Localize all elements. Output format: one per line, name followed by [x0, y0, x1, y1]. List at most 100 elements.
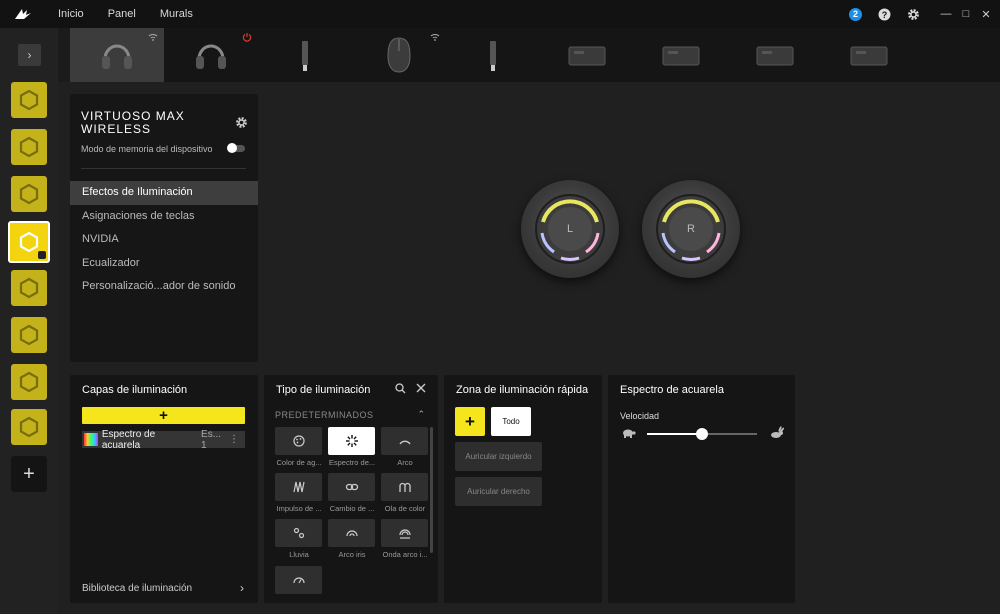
controller-hub-icon	[568, 46, 606, 66]
effect-item: Lluvia	[275, 519, 322, 559]
svg-text:?: ?	[882, 10, 888, 20]
menu-equalizer[interactable]: Ecualizador	[70, 252, 258, 276]
wifi-icon	[148, 32, 158, 41]
profile-1[interactable]	[11, 82, 47, 118]
nav-murals[interactable]: Murals	[148, 8, 205, 20]
profile-2[interactable]	[11, 129, 47, 165]
profile-6[interactable]	[11, 317, 47, 353]
minimize-button[interactable]: —	[936, 0, 956, 28]
effect-settings-title: Espectro de acuarela	[620, 384, 724, 396]
menu-lighting-effects[interactable]: Efectos de Iluminación	[70, 181, 258, 205]
device-tile[interactable]	[540, 28, 634, 82]
device-tile[interactable]	[258, 28, 352, 82]
usb-dongle-icon	[302, 41, 308, 71]
notification-badge[interactable]: 2	[849, 7, 862, 21]
effect-item: Arco	[381, 427, 428, 467]
effect-item: Impulso de ...	[275, 473, 322, 513]
effect-button[interactable]	[328, 427, 375, 455]
profile-4[interactable]	[8, 221, 50, 263]
link-icon	[345, 483, 358, 491]
left-earcup[interactable]: L	[521, 180, 619, 278]
corsair-logo-icon	[0, 0, 46, 28]
lighting-library-link[interactable]: Biblioteca de iluminación	[82, 583, 192, 594]
controller-hub-icon	[662, 46, 700, 66]
effect-button[interactable]	[275, 427, 322, 455]
effect-label: Onda arco i...	[382, 550, 428, 559]
chevron-up-icon[interactable]: ⌃	[417, 409, 425, 420]
effect-item: Cambio de ...	[328, 473, 375, 513]
effect-label: Impulso de ...	[276, 504, 322, 513]
nav-panel[interactable]: Panel	[96, 8, 148, 20]
power-icon	[242, 32, 252, 42]
effects-scrollbar[interactable]	[430, 427, 433, 553]
effect-label: Ola de color	[384, 504, 426, 513]
add-profile-button[interactable]: +	[11, 456, 47, 492]
device-settings-gear-icon[interactable]	[235, 116, 248, 129]
effect-button[interactable]	[381, 473, 428, 501]
device-tile[interactable]	[352, 28, 446, 82]
add-zone-button[interactable]: +	[455, 407, 485, 436]
right-earcup-label: R	[687, 223, 695, 235]
effect-button[interactable]	[381, 519, 428, 547]
memory-mode-toggle[interactable]	[227, 143, 245, 153]
effect-button[interactable]	[328, 519, 375, 547]
arc-icon	[398, 440, 411, 445]
device-tile[interactable]	[446, 28, 540, 82]
top-nav: Inicio Panel Murals	[46, 8, 205, 20]
expand-sidebar-button[interactable]: ›	[18, 44, 41, 66]
layer-more-icon[interactable]: ⋮	[229, 434, 239, 445]
profile-8[interactable]	[11, 409, 47, 445]
maximize-button[interactable]: □	[956, 0, 976, 28]
rainbow-wave-icon	[398, 529, 411, 539]
device-tile[interactable]	[728, 28, 822, 82]
memory-mode-label: Modo de memoria del dispositivo	[81, 144, 213, 154]
effect-label: Cambio de ...	[329, 504, 375, 513]
palette-icon	[292, 435, 305, 447]
menu-key-assignments[interactable]: Asignaciones de teclas	[70, 205, 258, 229]
zone-all-button[interactable]: Todo	[491, 407, 531, 436]
profile-5[interactable]	[11, 270, 47, 306]
gear-icon[interactable]	[907, 8, 920, 21]
rabbit-fast-icon	[768, 426, 785, 440]
presets-section-label: PREDETERMINADOS	[275, 410, 374, 420]
nav-inicio[interactable]: Inicio	[46, 8, 96, 20]
effect-button[interactable]	[275, 519, 322, 547]
search-icon[interactable]	[395, 383, 406, 397]
speed-slider-thumb[interactable]	[696, 428, 708, 440]
effect-button[interactable]	[275, 473, 322, 501]
add-layer-button[interactable]: +	[82, 407, 245, 424]
turtle-slow-icon	[620, 427, 636, 439]
profile-7[interactable]	[11, 364, 47, 400]
hexagon-profile-icon	[19, 324, 39, 346]
rainbow-icon	[345, 530, 358, 537]
device-tile[interactable]	[70, 28, 164, 82]
speed-slider-fill	[647, 433, 702, 435]
effect-item: Color de ag...	[275, 427, 322, 467]
hexagon-profile-icon	[19, 371, 39, 393]
device-panel: VIRTUOSO MAX WIRELESS Modo de memoria de…	[70, 94, 258, 362]
effect-button[interactable]	[275, 566, 322, 594]
right-earcup[interactable]: R	[642, 180, 740, 278]
help-icon[interactable]: ?	[878, 8, 891, 21]
device-name: VIRTUOSO MAX WIRELESS	[81, 109, 185, 136]
profile-3[interactable]	[11, 176, 47, 212]
zone-left-earcup-button[interactable]: Auricular izquierdo	[455, 442, 542, 471]
chevron-right-icon[interactable]: ›	[240, 581, 244, 595]
zone-right-earcup-button[interactable]: Auricular derecho	[455, 477, 542, 506]
divider	[81, 168, 246, 169]
device-tile[interactable]	[822, 28, 916, 82]
layer-item[interactable]: Espectro de acuarela Es... 1 ⋮	[82, 428, 245, 451]
layer-name: Espectro de acuarela	[101, 428, 156, 451]
speed-slider[interactable]	[647, 428, 757, 440]
effect-button[interactable]	[328, 473, 375, 501]
effect-button[interactable]	[381, 427, 428, 455]
menu-nvidia[interactable]: NVIDIA	[70, 228, 258, 252]
menu-sound-customization[interactable]: Personalizació...ador de sonido	[70, 275, 258, 299]
device-menu: Efectos de Iluminación Asignaciones de t…	[70, 181, 258, 299]
lighting-type-panel: Tipo de iluminación PREDETERMINADOS ⌃ Co…	[264, 375, 438, 603]
close-icon[interactable]	[416, 383, 426, 397]
device-tile[interactable]	[634, 28, 728, 82]
close-button[interactable]: ✕	[976, 0, 996, 28]
device-tile[interactable]	[164, 28, 258, 82]
effect-label: Espectro de...	[328, 458, 376, 467]
